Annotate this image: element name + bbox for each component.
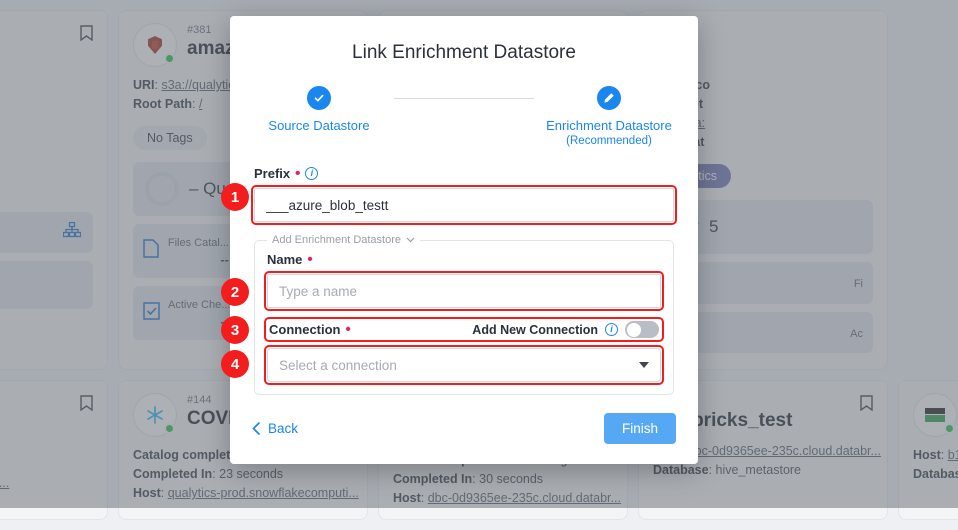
connection-select[interactable] xyxy=(267,348,661,382)
name-label-text: Name xyxy=(267,252,303,267)
info-icon[interactable]: i xyxy=(605,323,618,336)
pencil-icon xyxy=(597,86,621,110)
group-legend-text: Add Enrichment Datastore xyxy=(272,234,402,246)
stepper-connector xyxy=(394,98,534,99)
required-indicator: • xyxy=(345,320,351,338)
chevron-left-icon xyxy=(252,422,260,435)
chevron-down-icon[interactable] xyxy=(639,362,649,368)
chevron-down-icon[interactable] xyxy=(406,237,415,243)
add-new-connection-label: Add New Connection xyxy=(472,322,598,337)
check-icon xyxy=(307,86,331,110)
step-label: Source Datastore xyxy=(268,118,370,133)
connection-select-wrapper[interactable] xyxy=(264,345,664,385)
annotation-badge-2: 2 xyxy=(221,278,249,306)
step-enrichment-datastore[interactable]: Enrichment Datastore (Recommended) xyxy=(534,86,684,148)
enrichment-form: Prefix • i Add Enrichment Datastore Name… xyxy=(230,166,698,413)
step-label: Enrichment Datastore xyxy=(546,118,672,133)
required-indicator: • xyxy=(295,164,301,182)
connection-label: Connection • xyxy=(269,320,351,338)
wizard-stepper: Source Datastore Enrichment Datastore (R… xyxy=(230,86,698,148)
step-sublabel: (Recommended) xyxy=(566,135,652,147)
connection-row: Connection • Add New Connection i xyxy=(264,317,664,342)
group-legend[interactable]: Add Enrichment Datastore xyxy=(267,234,420,246)
modal-title: Link Enrichment Datastore xyxy=(352,42,576,63)
toggle-knob xyxy=(626,322,641,337)
annotation-badge-1: 1 xyxy=(221,183,249,211)
annotation-badge-4: 4 xyxy=(221,350,249,378)
link-enrichment-datastore-modal: close-icon Link Enrichment Datastore Sou… xyxy=(230,16,698,464)
step-source-datastore[interactable]: Source Datastore xyxy=(244,86,394,134)
back-button[interactable]: Back xyxy=(252,421,298,436)
annotation-badge-3: 3 xyxy=(221,316,249,344)
info-icon[interactable]: i xyxy=(305,167,319,180)
finish-button[interactable]: Finish xyxy=(603,413,676,444)
modal-footer: Back Finish xyxy=(230,413,698,464)
prefix-label: Prefix • i xyxy=(254,166,674,181)
close-icon[interactable]: close-icon xyxy=(662,38,682,58)
add-enrichment-datastore-group: Add Enrichment Datastore Name • Connecti… xyxy=(254,234,674,395)
required-indicator: • xyxy=(307,250,313,268)
prefix-input[interactable] xyxy=(251,185,677,225)
name-label: Name • xyxy=(267,250,661,268)
back-button-label: Back xyxy=(268,421,299,436)
connection-label-text: Connection xyxy=(269,322,341,337)
prefix-label-text: Prefix xyxy=(254,166,291,181)
add-new-connection-toggle[interactable] xyxy=(625,321,659,338)
name-input[interactable] xyxy=(264,271,664,311)
